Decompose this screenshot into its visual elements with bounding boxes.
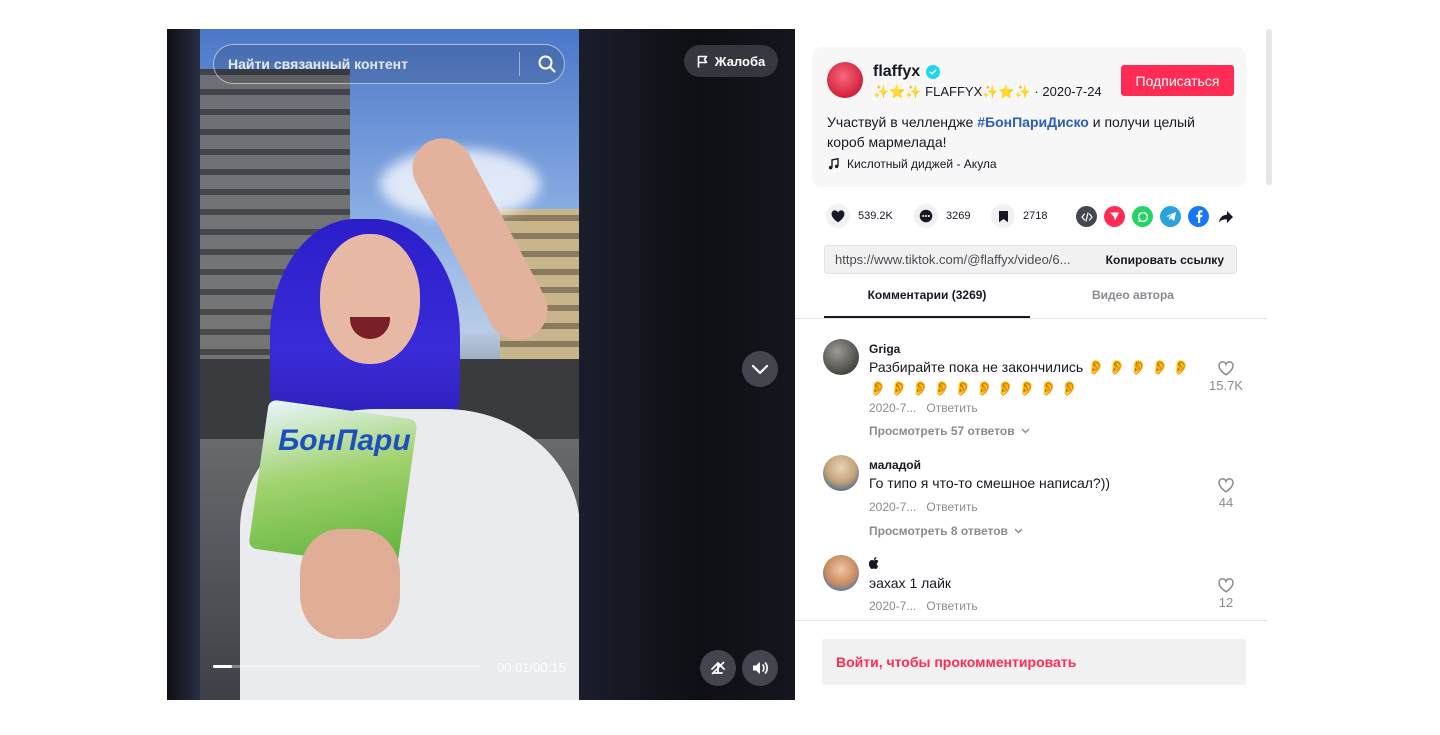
volume-button[interactable] [742,650,778,686]
search-icon[interactable] [530,47,564,81]
heart-icon[interactable] [826,204,850,228]
chevron-down-icon [1021,428,1030,434]
video-link-text[interactable]: https://www.tiktok.com/@flaffyx/video/6.… [825,252,1094,267]
tabs-divider [795,318,1267,319]
verified-badge-icon [926,65,940,79]
face [320,234,420,364]
heart-outline-icon [1218,361,1234,376]
related-search-box[interactable] [213,44,565,84]
report-label: Жалоба [714,53,766,69]
volume-icon [753,662,768,674]
view-replies-button[interactable]: Просмотреть 8 ответов [869,524,1023,538]
comment-icon[interactable] [914,204,938,228]
author-avatar[interactable] [827,62,863,98]
time-total: 00:15 [533,660,566,675]
music-title: Кислотный диджей - Акула [847,157,997,171]
comment-date: 2020-7... [869,599,917,613]
comment-meta: 2020-7... Ответить [869,401,978,415]
author-nickname: ✨⭐✨ FLAFFYX✨⭐✨ [873,84,1031,99]
tab-active-indicator [824,316,1030,318]
comment-username-apple-icon[interactable] [868,557,879,572]
reply-button[interactable]: Ответить [926,401,977,415]
flag-icon [697,55,708,67]
comment-avatar[interactable] [823,555,859,591]
video-description: Участвуй в челлендже #БонПариДиско и пол… [827,112,1227,152]
save-stat: 2718 [991,204,1047,228]
related-search-input[interactable] [228,56,513,72]
float-icon [711,661,725,675]
comment-meta: 2020-7... Ответить [869,599,978,613]
video-blur-left [167,29,200,700]
bookmark-icon[interactable] [991,204,1015,228]
whatsapp-icon[interactable] [1132,206,1153,227]
heart-outline-icon [1218,478,1234,493]
comment-avatar[interactable] [823,339,859,375]
next-video-button[interactable] [742,351,778,387]
reply-button[interactable]: Ответить [926,599,977,613]
comment-text: Го типо я что-то смешное написал?)) [869,475,1111,491]
comment-count: 3269 [946,210,971,222]
heart-outline-icon [1218,578,1234,593]
time-current: 00:01 [497,660,530,675]
view-replies-button[interactable]: Просмотреть 57 ответов [869,424,1030,438]
comment-username[interactable]: маладой [869,458,921,472]
comment-text: Разбирайте пока не закончились 👂 👂 👂 👂 👂… [869,359,1190,396]
author-separator: · [1034,84,1039,99]
music-note-icon [828,158,839,170]
login-to-comment-button[interactable]: Войти, чтобы прокомментировать [822,639,1246,685]
comments-bottom-divider [795,620,1267,621]
panel-scrollbar[interactable] [1266,29,1272,185]
search-divider [519,52,520,76]
copy-link-button[interactable]: Копировать ссылку [1094,253,1236,267]
video-time: 00:01/00:15 [497,660,566,675]
telegram-icon[interactable] [1160,206,1181,227]
tab-author-videos[interactable]: Видео автора [1030,288,1236,318]
pack-brand-text: БонПари [278,424,411,458]
comment-like-count: 44 [1218,495,1234,510]
view-replies-label: Просмотреть 8 ответов [869,524,1008,538]
like-stat: 539.2K [826,204,893,228]
embed-icon[interactable] [1076,206,1097,227]
comment-meta: 2020-7... Ответить [869,500,978,514]
forward-icon[interactable] [1215,206,1236,227]
chevron-down-icon [1014,528,1023,534]
comment-stat: 3269 [914,204,970,228]
author-subline: ✨⭐✨ FLAFFYX✨⭐✨ · 2020-7-24 [873,84,1102,100]
comment-like-count: 12 [1218,595,1234,610]
save-count: 2718 [1023,210,1048,222]
post-date: 2020-7-24 [1042,84,1102,99]
comment-username[interactable]: Griga [869,342,900,356]
comment-text: эахах 1 лайк [869,575,952,591]
like-count: 539.2K [858,210,893,222]
description-text-before: Участвуй в челлендже [827,114,978,130]
video-progress-bar[interactable] [213,665,481,668]
tab-comments[interactable]: Комментарии (3269) [824,288,1030,318]
float-player-button[interactable] [700,650,736,686]
follow-button[interactable]: Подписаться [1121,65,1234,96]
chevron-down-icon [751,364,769,375]
video-progress-fill [213,665,232,668]
facebook-icon[interactable] [1188,206,1209,227]
comment-like-button[interactable]: 12 [1206,578,1246,610]
report-button[interactable]: Жалоба [684,45,778,77]
music-link[interactable]: Кислотный диджей - Акула [828,157,997,171]
video-link-box: https://www.tiktok.com/@flaffyx/video/6.… [824,245,1237,274]
reply-button[interactable]: Ответить [926,500,977,514]
comment-date: 2020-7... [869,401,917,415]
share-red-icon[interactable] [1104,206,1125,227]
hashtag-link[interactable]: #БонПариДиско [977,114,1089,130]
hand [300,529,400,639]
video-frame[interactable]: БонПари [200,29,579,700]
comment-avatar[interactable] [823,455,859,491]
comment-like-button[interactable]: 15.7K [1206,361,1246,393]
comment-like-button[interactable]: 44 [1206,478,1246,510]
video-player[interactable]: БонПари [167,29,795,700]
view-replies-label: Просмотреть 57 ответов [869,424,1015,438]
comment-like-count: 15.7K [1209,378,1243,393]
author-name[interactable]: flaffyx [873,63,920,81]
comment-date: 2020-7... [869,500,917,514]
